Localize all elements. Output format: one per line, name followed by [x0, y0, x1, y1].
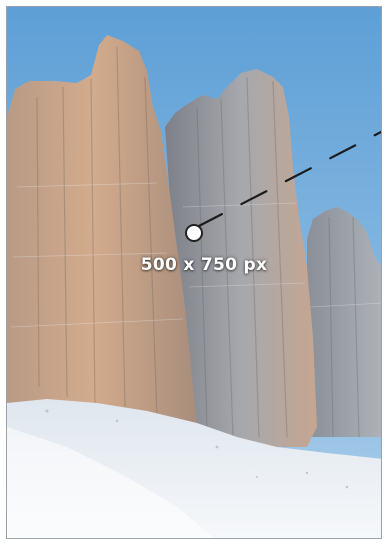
image-size-label: 500 x 750 px [140, 255, 268, 275]
circle-handle-icon[interactable] [185, 224, 203, 242]
image-canvas[interactable]: 500 x 750 px [6, 6, 382, 539]
